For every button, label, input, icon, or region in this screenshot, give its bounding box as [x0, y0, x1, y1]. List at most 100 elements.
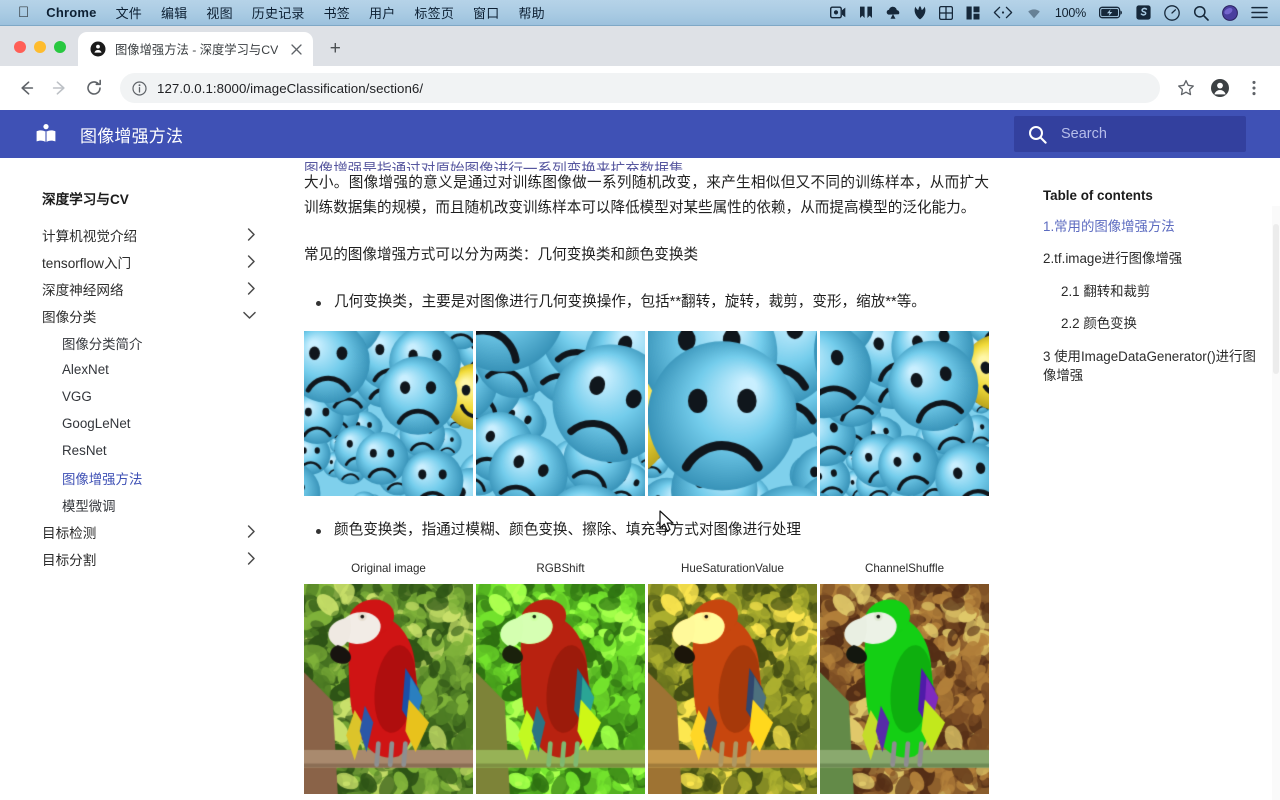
layout-icon[interactable]: [966, 6, 980, 20]
book-logo-icon[interactable]: [34, 122, 58, 146]
macos-menu-bar:  Chrome 文件 编辑 视图 历史记录 书签 用户 标签页 窗口 帮助: [0, 0, 1280, 26]
cloud-icon[interactable]: [886, 6, 901, 20]
browser-tab[interactable]: 图像增强方法 - 深度学习与CV: [78, 32, 314, 66]
image-label: ChannelShuffle: [864, 562, 945, 576]
menu-item-window[interactable]: 窗口: [473, 3, 499, 22]
macos-menu-items:  Chrome 文件 编辑 视图 历史记录 书签 用户 标签页 窗口 帮助: [0, 3, 545, 22]
menu-item-profiles[interactable]: 用户: [369, 3, 395, 22]
search-icon[interactable]: [1193, 5, 1209, 21]
macos-status-icons: 100%: [829, 4, 1280, 21]
battery-charging-icon[interactable]: [1099, 6, 1123, 19]
toc-heading: Table of contents: [1043, 188, 1153, 203]
grid-icon[interactable]: [938, 5, 953, 20]
clock-icon[interactable]: [1164, 4, 1180, 21]
scrollbar-thumb[interactable]: [1273, 224, 1279, 374]
menu-item-file[interactable]: 文件: [116, 3, 142, 22]
kebab-menu-icon[interactable]: [1238, 72, 1270, 104]
chevron-right-icon[interactable]: [247, 228, 256, 241]
toc-item-3[interactable]: 3 使用ImageDataGenerator()进行图像增强: [1043, 347, 1263, 386]
address-bar[interactable]: 127.0.0.1:8000/imageClassification/secti…: [120, 73, 1160, 103]
toc-item-2[interactable]: 2.tf.image进行图像增强: [1043, 249, 1263, 268]
control-center-icon[interactable]: [1251, 6, 1268, 19]
snipaste-icon[interactable]: [1136, 5, 1151, 20]
image-label: RGBShift: [536, 562, 585, 576]
star-icon[interactable]: [1170, 72, 1202, 104]
sidebar-item-finetune[interactable]: 模型微调: [42, 491, 298, 518]
toc-item-2-2[interactable]: 2.2 颜色变换: [1043, 314, 1263, 333]
page-columns: 深度学习与CV 计算机视觉介绍 tensorflow入门 深度神经网络 图像分类: [0, 158, 1280, 800]
sidebar-item-image-classification[interactable]: 图像分类: [42, 302, 298, 329]
primary-sidebar: 深度学习与CV 计算机视觉介绍 tensorflow入门 深度神经网络 图像分类: [0, 158, 298, 800]
search-input[interactable]: Search: [1014, 116, 1246, 152]
chevron-down-icon[interactable]: [243, 311, 256, 320]
flame-icon[interactable]: [914, 5, 926, 20]
menu-item-history[interactable]: 历史记录: [252, 3, 305, 22]
chevron-right-icon[interactable]: [247, 552, 256, 565]
chevron-right-icon[interactable]: [247, 525, 256, 538]
chrome-window: 图像增强方法 - 深度学习与CV + 127.0.0.1:8000/imageC…: [0, 26, 1280, 800]
clipped-text-line: 图像增强是指通过对原始图像进行一系列变换来扩充数据集: [304, 162, 684, 171]
chevron-right-icon[interactable]: [247, 282, 256, 295]
sidebar-item-label: tensorflow入门: [42, 255, 132, 271]
bookmark-icon[interactable]: [859, 6, 873, 20]
sidebar-item-dnn[interactable]: 深度神经网络: [42, 275, 298, 302]
menu-item-bookmarks[interactable]: 书签: [324, 3, 350, 22]
tab-title: 图像增强方法 - 深度学习与CV: [115, 43, 279, 57]
sidebar-item-classification-intro[interactable]: 图像分类简介: [42, 329, 298, 356]
toc-item-2-1[interactable]: 2.1 翻转和裁剪: [1043, 282, 1263, 301]
sidebar-item-label: 图像分类简介: [62, 336, 143, 352]
menu-item-tab[interactable]: 标签页: [414, 3, 454, 22]
sidebar-item-object-detection[interactable]: 目标检测: [42, 518, 298, 545]
battery-percentage: 100%: [1054, 5, 1086, 20]
toc-item-1[interactable]: 1.常用的图像增强方法: [1043, 217, 1263, 236]
sidebar-item-segmentation[interactable]: 目标分割: [42, 545, 298, 572]
arrow-left-icon[interactable]: [10, 72, 42, 104]
sidebar-item-googlenet[interactable]: GoogLeNet: [42, 410, 298, 437]
window-traffic-lights: [10, 41, 78, 66]
apple-icon[interactable]: : [18, 5, 29, 20]
screen-record-icon[interactable]: [829, 6, 846, 19]
paragraph-intro: 大小。图像增强的意义是通过对训练图像做一系列随机改变，来产生相似但又不同的训练样…: [304, 175, 989, 217]
code-icon[interactable]: [993, 6, 1013, 19]
reload-icon[interactable]: [78, 72, 110, 104]
sidebar-item-label: 图像增强方法: [62, 471, 143, 487]
list-item: 几何变换类，主要是对图像进行几何变换操作，包括**翻转，旋转，裁剪，变形，缩放*…: [304, 290, 989, 315]
smiley-balls-cropped: [820, 331, 989, 497]
profile-icon[interactable]: [1204, 72, 1236, 104]
arrow-right-icon[interactable]: [44, 72, 76, 104]
main-content: 图像增强是指通过对原始图像进行一系列变换来扩充数据集 大小。图像增强的意义是通过…: [298, 158, 1029, 800]
sidebar-item-resnet[interactable]: ResNet: [42, 437, 298, 464]
smiley-balls-original: [304, 331, 473, 497]
menu-item-edit[interactable]: 编辑: [161, 3, 187, 22]
sidebar-item-tensorflow[interactable]: tensorflow入门: [42, 248, 298, 275]
new-tab-button[interactable]: +: [321, 35, 349, 63]
minimize-window-button[interactable]: [34, 41, 46, 53]
search-icon: [1028, 125, 1047, 144]
close-window-button[interactable]: [14, 41, 26, 53]
list-item: 颜色变换类，指通过模糊、颜色变换、擦除、填充等方式对图像进行处理: [304, 518, 989, 543]
chevron-right-icon[interactable]: [247, 255, 256, 268]
menu-item-view[interactable]: 视图: [206, 3, 232, 22]
menu-item-help[interactable]: 帮助: [518, 3, 544, 22]
close-icon[interactable]: [287, 40, 305, 58]
sidebar-item-vgg[interactable]: VGG: [42, 383, 298, 410]
info-circle-icon[interactable]: [132, 80, 147, 96]
color-image-grid: Original image RGBShift HueSaturationVal…: [304, 559, 989, 800]
image-label: Original image: [351, 562, 426, 576]
sidebar-item-label: VGG: [62, 389, 92, 404]
browser-toolbar: 127.0.0.1:8000/imageClassification/secti…: [0, 66, 1280, 110]
siri-icon[interactable]: [1222, 4, 1238, 21]
parrot-channelshuffle: [820, 584, 989, 795]
toolbar-actions: [1170, 72, 1270, 104]
sidebar-item-image-augmentation[interactable]: 图像增强方法: [42, 464, 298, 491]
parrot-rgbshift: [476, 584, 645, 795]
vertical-scrollbar[interactable]: [1272, 206, 1280, 800]
maximize-window-button[interactable]: [54, 41, 66, 53]
wifi-icon[interactable]: [1026, 7, 1042, 19]
menu-item-chrome[interactable]: Chrome: [46, 5, 96, 20]
sidebar-item-alexnet[interactable]: AlexNet: [42, 356, 298, 383]
sidebar-title: 深度学习与CV: [42, 192, 129, 207]
site-header: 图像增强方法 Search: [0, 110, 1280, 158]
page-favicon: [90, 41, 106, 57]
sidebar-item-cv-intro[interactable]: 计算机视觉介绍: [42, 221, 298, 248]
